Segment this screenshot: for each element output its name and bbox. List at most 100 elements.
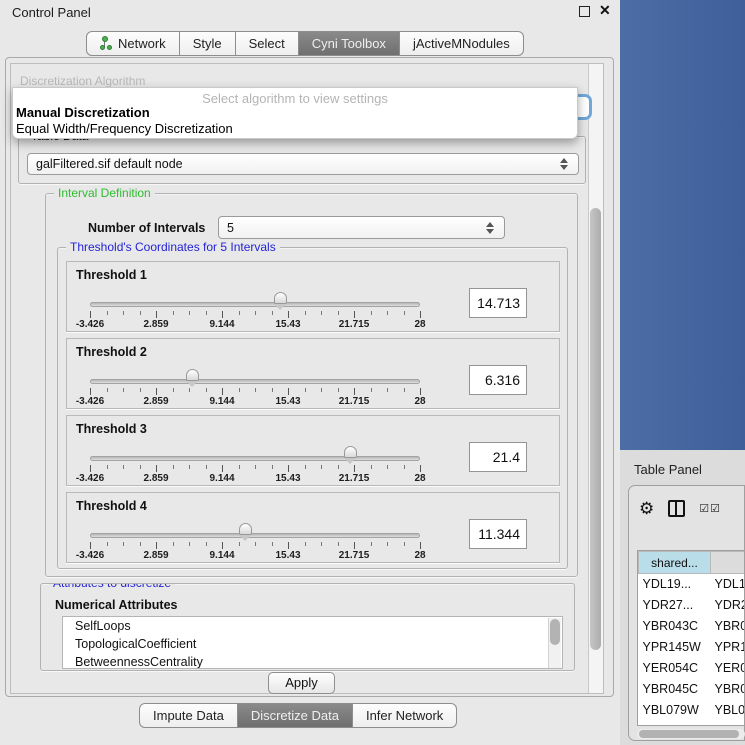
popup-hint-text: Select algorithm to view settings <box>13 91 577 106</box>
checkbox-icons[interactable]: ☑☑ <box>699 502 721 515</box>
attribute-list-item[interactable]: TopologicalCoefficient <box>63 635 562 653</box>
tick-label: 15.43 <box>275 550 300 561</box>
table-cell[interactable]: YBR0 <box>711 616 745 637</box>
tick-mark <box>123 542 124 546</box>
apply-button[interactable]: Apply <box>268 672 335 694</box>
threshold-4-value-field[interactable]: 11.344 <box>469 519 527 549</box>
tick-mark <box>338 542 339 546</box>
tab-select[interactable]: Select <box>236 31 299 56</box>
threshold-1-slider-thumb[interactable] <box>274 292 287 304</box>
table-row[interactable]: YBR043CYBR0 <box>639 616 745 637</box>
tick-mark <box>272 465 273 469</box>
table-cell[interactable]: YER0 <box>711 658 745 679</box>
threshold-1-value-field[interactable]: 14.713 <box>469 288 527 318</box>
attributes-scrollbar-thumb[interactable] <box>550 619 560 645</box>
table-data-combobox[interactable]: galFiltered.sif default node <box>27 153 579 175</box>
network-icon <box>100 36 113 51</box>
tick-mark <box>272 388 273 392</box>
tick-mark <box>156 388 157 395</box>
tick-mark <box>288 542 289 549</box>
tab-jactivemnodules[interactable]: jActiveMNodules <box>400 31 524 56</box>
table-row[interactable]: YDL19...YDL1 <box>639 574 745 595</box>
table-cell[interactable]: YPR1 <box>711 637 745 658</box>
table-cell[interactable]: YBR045C <box>639 679 711 700</box>
tick-mark <box>90 388 91 395</box>
tick-label: 2.859 <box>143 396 168 407</box>
attribute-list-item[interactable]: BetweennessCentrality <box>63 653 562 669</box>
tick-mark <box>420 311 421 318</box>
table-cell[interactable]: YLR345W <box>639 721 711 727</box>
table-cell[interactable]: YBR0 <box>711 679 745 700</box>
table-cell[interactable]: YDL19... <box>639 574 711 595</box>
tick-label: 2.859 <box>143 319 168 330</box>
vertical-scrollbar-thumb[interactable] <box>590 208 601 650</box>
tab-impute-data[interactable]: Impute Data <box>139 703 238 728</box>
tick-label: -3.426 <box>76 473 104 484</box>
tick-label: 2.859 <box>143 550 168 561</box>
tab-style[interactable]: Style <box>180 31 236 56</box>
table-cell[interactable]: YDR27... <box>639 595 711 616</box>
popup-option-manual-discretization[interactable]: Manual Discretization <box>16 105 150 120</box>
table-row[interactable]: YBL079WYBL0 <box>639 700 745 721</box>
tick-mark <box>338 388 339 392</box>
tick-mark <box>206 311 207 315</box>
table-hscrollbar-thumb[interactable] <box>639 730 739 738</box>
tick-label: 15.43 <box>275 319 300 330</box>
threshold-2-slider-track[interactable] <box>90 379 420 384</box>
tick-mark <box>156 542 157 549</box>
table-row[interactable]: YER054CYER0 <box>639 658 745 679</box>
numerical-attributes-label: Numerical Attributes <box>55 598 177 612</box>
table-horizontal-scrollbar[interactable] <box>637 729 745 739</box>
table-cell[interactable]: YPR145W <box>639 637 711 658</box>
split-columns-icon[interactable] <box>668 500 685 517</box>
tab-discretize-data[interactable]: Discretize Data <box>238 703 353 728</box>
tick-label: 15.43 <box>275 473 300 484</box>
float-window-icon[interactable] <box>579 6 590 17</box>
node-table[interactable]: shared... na YDL19...YDL1YDR27...YDR2YBR… <box>637 550 745 726</box>
threshold-3-panel: Threshold 3 -3.4262.8599.14415.4321.7152… <box>66 415 560 486</box>
tab-network[interactable]: Network <box>86 31 180 56</box>
threshold-4-slider-track[interactable] <box>90 533 420 538</box>
popup-option-equal-width[interactable]: Equal Width/Frequency Discretization <box>16 121 233 136</box>
table-cell[interactable]: YDL1 <box>711 574 745 595</box>
table-cell[interactable]: YBL079W <box>639 700 711 721</box>
table-cell[interactable]: YLR3 <box>711 721 745 727</box>
tick-mark <box>288 465 289 472</box>
threshold-3-value-field[interactable]: 21.4 <box>469 442 527 472</box>
numerical-attributes-list[interactable]: SelfLoopsTopologicalCoefficientBetweenne… <box>62 616 563 669</box>
threshold-2-value-field[interactable]: 6.316 <box>469 365 527 395</box>
table-row[interactable]: YLR345WYLR3 <box>639 721 745 727</box>
attributes-scrollbar[interactable] <box>548 618 561 669</box>
table-cell[interactable]: YBL0 <box>711 700 745 721</box>
tick-mark <box>156 465 157 472</box>
tick-label: 9.144 <box>209 550 234 561</box>
threshold-4-slider-thumb[interactable] <box>239 523 252 535</box>
number-of-intervals-combobox[interactable]: 5 <box>218 216 505 239</box>
threshold-3-slider-thumb[interactable] <box>344 446 357 458</box>
column-header-shared-name[interactable]: shared... <box>639 552 711 574</box>
threshold-2-slider-thumb[interactable] <box>186 369 199 381</box>
tab-infer-network[interactable]: Infer Network <box>353 703 457 728</box>
gear-icon[interactable]: ⚙ <box>639 500 654 517</box>
table-cell[interactable]: YBR043C <box>639 616 711 637</box>
table-row[interactable]: YDR27...YDR2 <box>639 595 745 616</box>
close-icon[interactable]: ✕ <box>599 2 611 19</box>
threshold-3-slider-track[interactable] <box>90 456 420 461</box>
control-panel-titlebar: Control Panel ✕ <box>0 0 620 26</box>
tick-mark <box>404 388 405 392</box>
tick-mark <box>371 542 372 546</box>
table-row[interactable]: YPR145WYPR1 <box>639 637 745 658</box>
tick-mark <box>387 542 388 546</box>
table-panel-title: Table Panel <box>634 462 702 477</box>
table-cell[interactable]: YDR2 <box>711 595 745 616</box>
column-header-name[interactable]: na <box>711 552 745 574</box>
tick-mark <box>305 311 306 315</box>
table-cell[interactable]: YER054C <box>639 658 711 679</box>
tick-mark <box>189 465 190 469</box>
tick-mark <box>371 388 372 392</box>
tab-cyni-toolbox[interactable]: Cyni Toolbox <box>299 31 400 56</box>
attribute-list-item[interactable]: SelfLoops <box>63 617 562 635</box>
table-row[interactable]: YBR045CYBR0 <box>639 679 745 700</box>
tick-mark <box>255 465 256 469</box>
threshold-1-slider-track[interactable] <box>90 302 420 307</box>
